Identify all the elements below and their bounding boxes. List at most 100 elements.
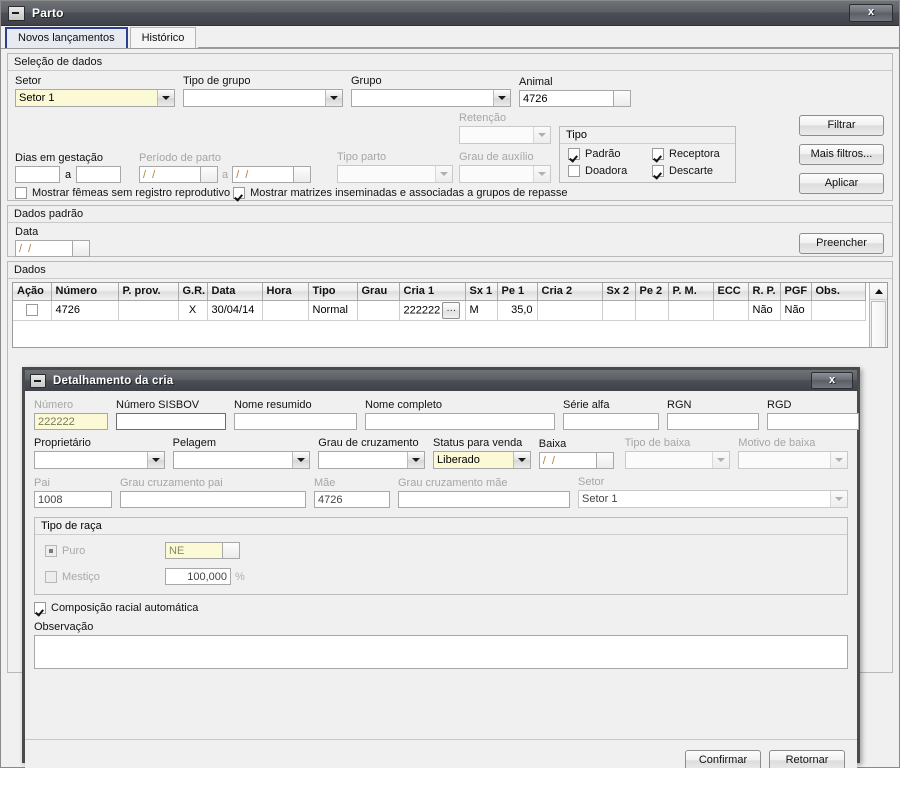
cell-grau[interactable] [357,300,400,321]
mais-filtros-button[interactable]: Mais filtros... [799,144,884,165]
checkbox-mostrar-matrizes[interactable]: Mostrar matrizes inseminadas e associada… [233,187,567,199]
cell-pm[interactable] [668,300,714,321]
periodo-parto-to-input[interactable] [232,166,295,183]
cell-gr[interactable]: X [178,300,208,321]
chevron-down-icon[interactable] [292,452,310,468]
mestico-percent-input[interactable] [165,568,231,585]
observacao-textarea[interactable] [34,635,848,669]
col-p-prov[interactable]: P. prov. [118,283,179,301]
data-padrao-picker[interactable] [73,240,90,257]
tab-novos-lancamentos[interactable]: Novos lançamentos [5,27,128,48]
animal-lookup-button[interactable] [614,90,631,107]
checkbox-composicao-racial[interactable]: Composição racial automática [34,602,198,614]
close-icon[interactable]: x [811,372,853,389]
radio-puro[interactable]: Puro [45,544,165,557]
data-padrao-input[interactable] [15,240,73,257]
chevron-down-icon[interactable] [146,452,164,468]
chevron-down-icon[interactable] [407,452,425,468]
periodo-parto-to-picker[interactable] [294,166,312,183]
checkbox-padrao[interactable]: Padrão [568,148,652,160]
radio-mestico[interactable]: Mestiço [45,570,165,583]
col-pgf[interactable]: PGF [780,283,812,301]
col-sx1[interactable]: Sx 1 [465,283,498,301]
grau-de-cruzamento-select[interactable] [318,451,426,469]
tipo-de-grupo-select[interactable] [183,89,343,107]
aplicar-button[interactable]: Aplicar [799,173,884,194]
dias-gestacao-from-input[interactable] [15,166,60,183]
tipo-parto-select[interactable] [337,165,453,183]
col-grau[interactable]: Grau [357,283,400,301]
checkbox-doadora[interactable]: Doadora [568,165,652,177]
raca-puro-input[interactable] [165,542,223,559]
cell-acao[interactable] [13,300,52,321]
cell-p-prov[interactable] [118,300,179,321]
rgd-input[interactable] [767,413,859,430]
col-tipo[interactable]: Tipo [308,283,358,301]
scroll-up-icon[interactable] [870,283,887,300]
chevron-down-icon[interactable] [533,127,550,143]
minimize-icon[interactable] [30,373,46,388]
preencher-button[interactable]: Preencher [799,233,884,254]
rgn-input[interactable] [667,413,759,430]
col-pe1[interactable]: Pe 1 [497,283,538,301]
animal-input[interactable] [519,90,614,107]
checkbox-receptora[interactable]: Receptora [652,148,720,160]
setor-select[interactable]: Setor 1 [15,89,175,107]
dias-gestacao-to-input[interactable] [76,166,122,183]
scroll-thumb[interactable] [871,301,886,347]
col-hora[interactable]: Hora [262,283,309,301]
chevron-down-icon[interactable] [533,166,550,182]
chevron-down-icon[interactable] [830,491,847,507]
cell-cria2[interactable] [537,300,603,321]
col-data[interactable]: Data [207,283,263,301]
minimize-icon[interactable] [8,5,25,21]
cell-data[interactable]: 30/04/14 [207,300,263,321]
tab-historico[interactable]: Histórico [129,27,197,48]
cell-pe2[interactable] [635,300,669,321]
raca-puro-lookup-button[interactable] [223,542,240,559]
chevron-down-icon[interactable] [493,90,510,106]
nome-completo-input[interactable] [365,413,555,430]
baixa-date-picker[interactable] [596,452,614,469]
checkbox-descarte[interactable]: Descarte [652,165,713,177]
cell-sx1[interactable]: M [465,300,498,321]
col-sx2[interactable]: Sx 2 [602,283,636,301]
grid-vertical-scrollbar[interactable] [869,283,887,347]
filtrar-button[interactable]: Filtrar [799,115,884,136]
setor-dialog-select[interactable]: Setor 1 [578,490,848,508]
periodo-parto-from-picker[interactable] [201,166,218,183]
close-icon[interactable]: x [849,4,893,22]
chevron-down-icon[interactable] [157,90,174,106]
proprietario-select[interactable] [34,451,165,469]
chevron-down-icon[interactable] [712,452,730,468]
motivo-de-baixa-select[interactable] [738,451,848,469]
col-numero[interactable]: Número [51,283,119,301]
col-cria2[interactable]: Cria 2 [537,283,603,301]
cell-ecc[interactable] [713,300,749,321]
pelagem-select[interactable] [172,451,311,469]
table-row[interactable]: 4726 X 30/04/14 Normal 222222… M 35,0 Nã… [13,300,866,321]
cell-sx2[interactable] [602,300,636,321]
col-cria1[interactable]: Cria 1 [399,283,466,301]
cell-pgf[interactable]: Não [780,300,812,321]
cell-cria1[interactable]: 222222… [399,300,466,321]
serie-alfa-input[interactable] [563,413,659,430]
row-checkbox[interactable] [25,304,38,316]
tipo-de-baixa-select[interactable] [624,451,731,469]
status-para-venda-select[interactable]: Liberado [433,451,531,469]
cell-pe1[interactable]: 35,0 [497,300,538,321]
numero-sisbov-input[interactable] [116,413,226,430]
checkbox-mostrar-femeas[interactable]: Mostrar fêmeas sem registro reprodutivo [15,187,230,199]
periodo-parto-from-input[interactable] [139,166,201,183]
col-obs[interactable]: Obs. [811,283,866,301]
baixa-input[interactable] [538,452,597,469]
col-gr[interactable]: G.R. [178,283,208,301]
grau-de-auxilio-select[interactable] [459,165,551,183]
chevron-down-icon[interactable] [830,452,847,468]
col-rp[interactable]: R. P. [748,283,781,301]
col-pe2[interactable]: Pe 2 [635,283,669,301]
grupo-select[interactable] [351,89,511,107]
col-pm[interactable]: P. M. [668,283,714,301]
chevron-down-icon[interactable] [512,452,530,468]
col-ecc[interactable]: ECC [713,283,749,301]
